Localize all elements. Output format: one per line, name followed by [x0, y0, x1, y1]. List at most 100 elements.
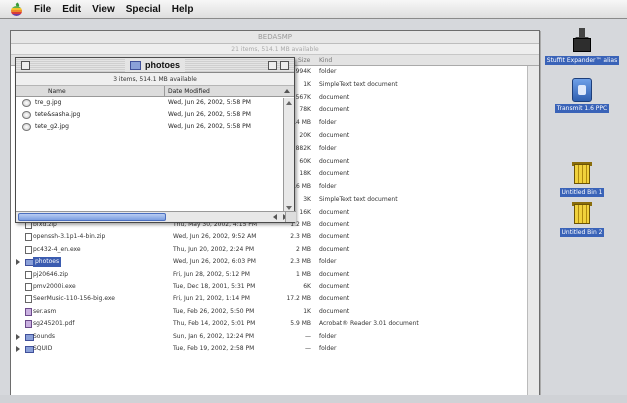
- file-date: Wed, Jun 26, 2002, 5:58 PM: [168, 99, 251, 106]
- col-date-header[interactable]: Date Modified: [168, 86, 210, 97]
- file-row[interactable]: tete_g2.jpg Wed, Jun 26, 2002, 5:58 PM: [16, 121, 294, 133]
- item-kind: Acrobat® Reader 3.01 document: [319, 320, 419, 328]
- item-kind: folder: [319, 68, 337, 75]
- window-title: photoes: [125, 59, 185, 72]
- scroll-up-icon[interactable]: [286, 101, 292, 105]
- item-size: 6K: [303, 283, 311, 290]
- collapse-box-icon[interactable]: [280, 61, 289, 70]
- column-header: Name Date Modified: [16, 86, 294, 97]
- item-kind: SimpleText text document: [319, 80, 398, 88]
- resize-grow-box[interactable]: [285, 212, 296, 222]
- item-kind: document: [319, 157, 350, 165]
- item-kind: document: [319, 307, 350, 315]
- photoes-finder-window: photoes 3 items, 514.1 MB available Name…: [15, 57, 296, 223]
- bottom-edge: [0, 395, 627, 403]
- list-item[interactable]: pmv2000i.exe Tue, Dec 18, 2001, 5:31 PM 6K…: [11, 281, 526, 293]
- back-col-kind[interactable]: Kind: [319, 55, 332, 66]
- list-item[interactable]: pc432-4_en.exe Thu, Jun 20, 2002, 2:24 PM…: [11, 244, 526, 256]
- item-size: 5.9 MB: [290, 320, 311, 328]
- zoom-box-icon[interactable]: [268, 61, 277, 70]
- menu-help[interactable]: Help: [172, 4, 194, 15]
- item-name: sg245201.pdf: [33, 320, 75, 328]
- file-date: Wed, Jun 26, 2002, 5:58 PM: [168, 123, 251, 130]
- back-vertical-scrollbar[interactable]: [527, 66, 539, 402]
- item-kind: document: [319, 233, 350, 241]
- item-name: ser.asm: [33, 307, 57, 315]
- back-window-title[interactable]: BEDASMP: [11, 31, 539, 44]
- file-row[interactable]: tete&sasha.jpg Wed, Jun 26, 2002, 5:58 PM: [16, 109, 294, 121]
- apple-menu-icon[interactable]: [10, 2, 24, 16]
- window-info: 3 items, 514.1 MB available: [16, 73, 294, 86]
- col-name-header[interactable]: Name: [48, 86, 66, 97]
- item-name: SeerMusic-110-156-big.exe: [33, 295, 115, 303]
- application-icon: [25, 320, 32, 329]
- item-kind: document: [319, 170, 350, 178]
- window-title-text: photoes: [145, 60, 180, 70]
- list-item[interactable]: Sounds Sun, Jan 6, 2002, 12:24 PM — folder: [11, 331, 526, 343]
- photoes-window-titlebar[interactable]: photoes: [16, 58, 294, 73]
- horizontal-scrollbar[interactable]: [16, 211, 296, 222]
- menu-bar: File Edit View Special Help: [0, 0, 627, 19]
- item-size: —: [305, 345, 311, 352]
- back-col-size[interactable]: Size: [298, 55, 310, 66]
- item-kind: folder: [319, 119, 337, 127]
- scroll-left-icon[interactable]: [273, 214, 277, 220]
- item-kind: folder: [319, 258, 337, 266]
- desktop-icon-bin-2[interactable]: Untitled Bin 2: [544, 200, 620, 237]
- item-name: SQUID: [33, 345, 53, 352]
- application-icon: [25, 307, 32, 316]
- item-kind: document: [319, 132, 350, 139]
- item-kind: document: [319, 93, 350, 101]
- item-size: 2.3 MB: [290, 233, 311, 241]
- desktop-icon-label: Transmit 1.6 PPC: [554, 104, 610, 113]
- item-kind: folder: [319, 345, 337, 352]
- jpeg-file-icon: [22, 99, 31, 107]
- close-box-icon[interactable]: [21, 61, 30, 70]
- item-name: pj20646.zip: [33, 270, 69, 278]
- item-size: 17.2 MB: [286, 295, 311, 303]
- list-item[interactable]: SQUID Tue, Feb 19, 2002, 2:58 PM — folder: [11, 343, 526, 355]
- disclosure-triangle-icon[interactable]: [16, 333, 20, 340]
- vertical-scrollbar[interactable]: [283, 98, 294, 213]
- file-date: Wed, Jun 26, 2002, 5:58 PM: [168, 111, 251, 118]
- desktop-icon-transmit[interactable]: Transmit 1.6 PPC: [544, 78, 620, 113]
- scroll-down-icon[interactable]: [286, 206, 292, 210]
- item-name: photoes: [33, 257, 62, 268]
- scroll-thumb[interactable]: [18, 213, 166, 221]
- menu-special[interactable]: Special: [126, 4, 161, 15]
- item-name: Sounds: [33, 332, 56, 340]
- item-name: pmv2000i.exe: [33, 283, 76, 290]
- item-name: pc432-4_en.exe: [33, 245, 81, 253]
- item-size: 2.3 MB: [290, 258, 311, 266]
- item-kind: document: [319, 283, 350, 290]
- list-item[interactable]: openssh-3.1p1-4-bin.zip Wed, Jun 26, 2002…: [11, 231, 526, 243]
- document-icon: [25, 270, 32, 279]
- folder-icon: [130, 61, 141, 70]
- bin-icon: [572, 160, 592, 186]
- item-size: —: [305, 332, 311, 340]
- item-date: Tue, Feb 26, 2002, 5:50 PM: [173, 307, 255, 315]
- menu-view[interactable]: View: [92, 4, 115, 15]
- disclosure-triangle-icon[interactable]: [16, 259, 20, 266]
- item-kind: document: [319, 208, 350, 216]
- document-icon: [25, 233, 32, 242]
- item-kind: document: [319, 295, 350, 303]
- item-kind: document: [319, 245, 350, 253]
- list-item[interactable]: pj20646.zip Fri, Jun 28, 2002, 5:12 PM 1 M…: [11, 269, 526, 281]
- file-name: tete_g2.jpg: [35, 123, 69, 130]
- list-item[interactable]: SeerMusic-110-156-big.exe Fri, Jun 21, 20…: [11, 293, 526, 305]
- desktop-icon-bin-1[interactable]: Untitled Bin 1: [544, 160, 620, 197]
- disclosure-triangle-icon[interactable]: [16, 346, 20, 352]
- menu-edit[interactable]: Edit: [62, 4, 81, 15]
- list-item[interactable]: sg245201.pdf Thu, Feb 14, 2002, 5:01 PM 5.…: [11, 318, 526, 330]
- item-date: Thu, Feb 14, 2002, 5:01 PM: [173, 320, 256, 328]
- list-item[interactable]: photoes Wed, Jun 26, 2002, 6:03 PM 2.3 MB f…: [11, 256, 526, 268]
- sort-direction-icon[interactable]: [284, 89, 290, 93]
- list-item[interactable]: ser.asm Tue, Feb 26, 2002, 5:50 PM 1K docum…: [11, 306, 526, 318]
- item-date: Tue, Feb 19, 2002, 2:58 PM: [173, 345, 255, 352]
- item-kind: folder: [319, 144, 337, 152]
- menu-file[interactable]: File: [34, 4, 51, 15]
- file-row[interactable]: tre_g.jpg Wed, Jun 26, 2002, 5:58 PM: [16, 97, 294, 109]
- desktop-icon-stuffit[interactable]: StuffIt Expander™ alias: [544, 28, 620, 65]
- jpeg-file-icon: [22, 123, 31, 131]
